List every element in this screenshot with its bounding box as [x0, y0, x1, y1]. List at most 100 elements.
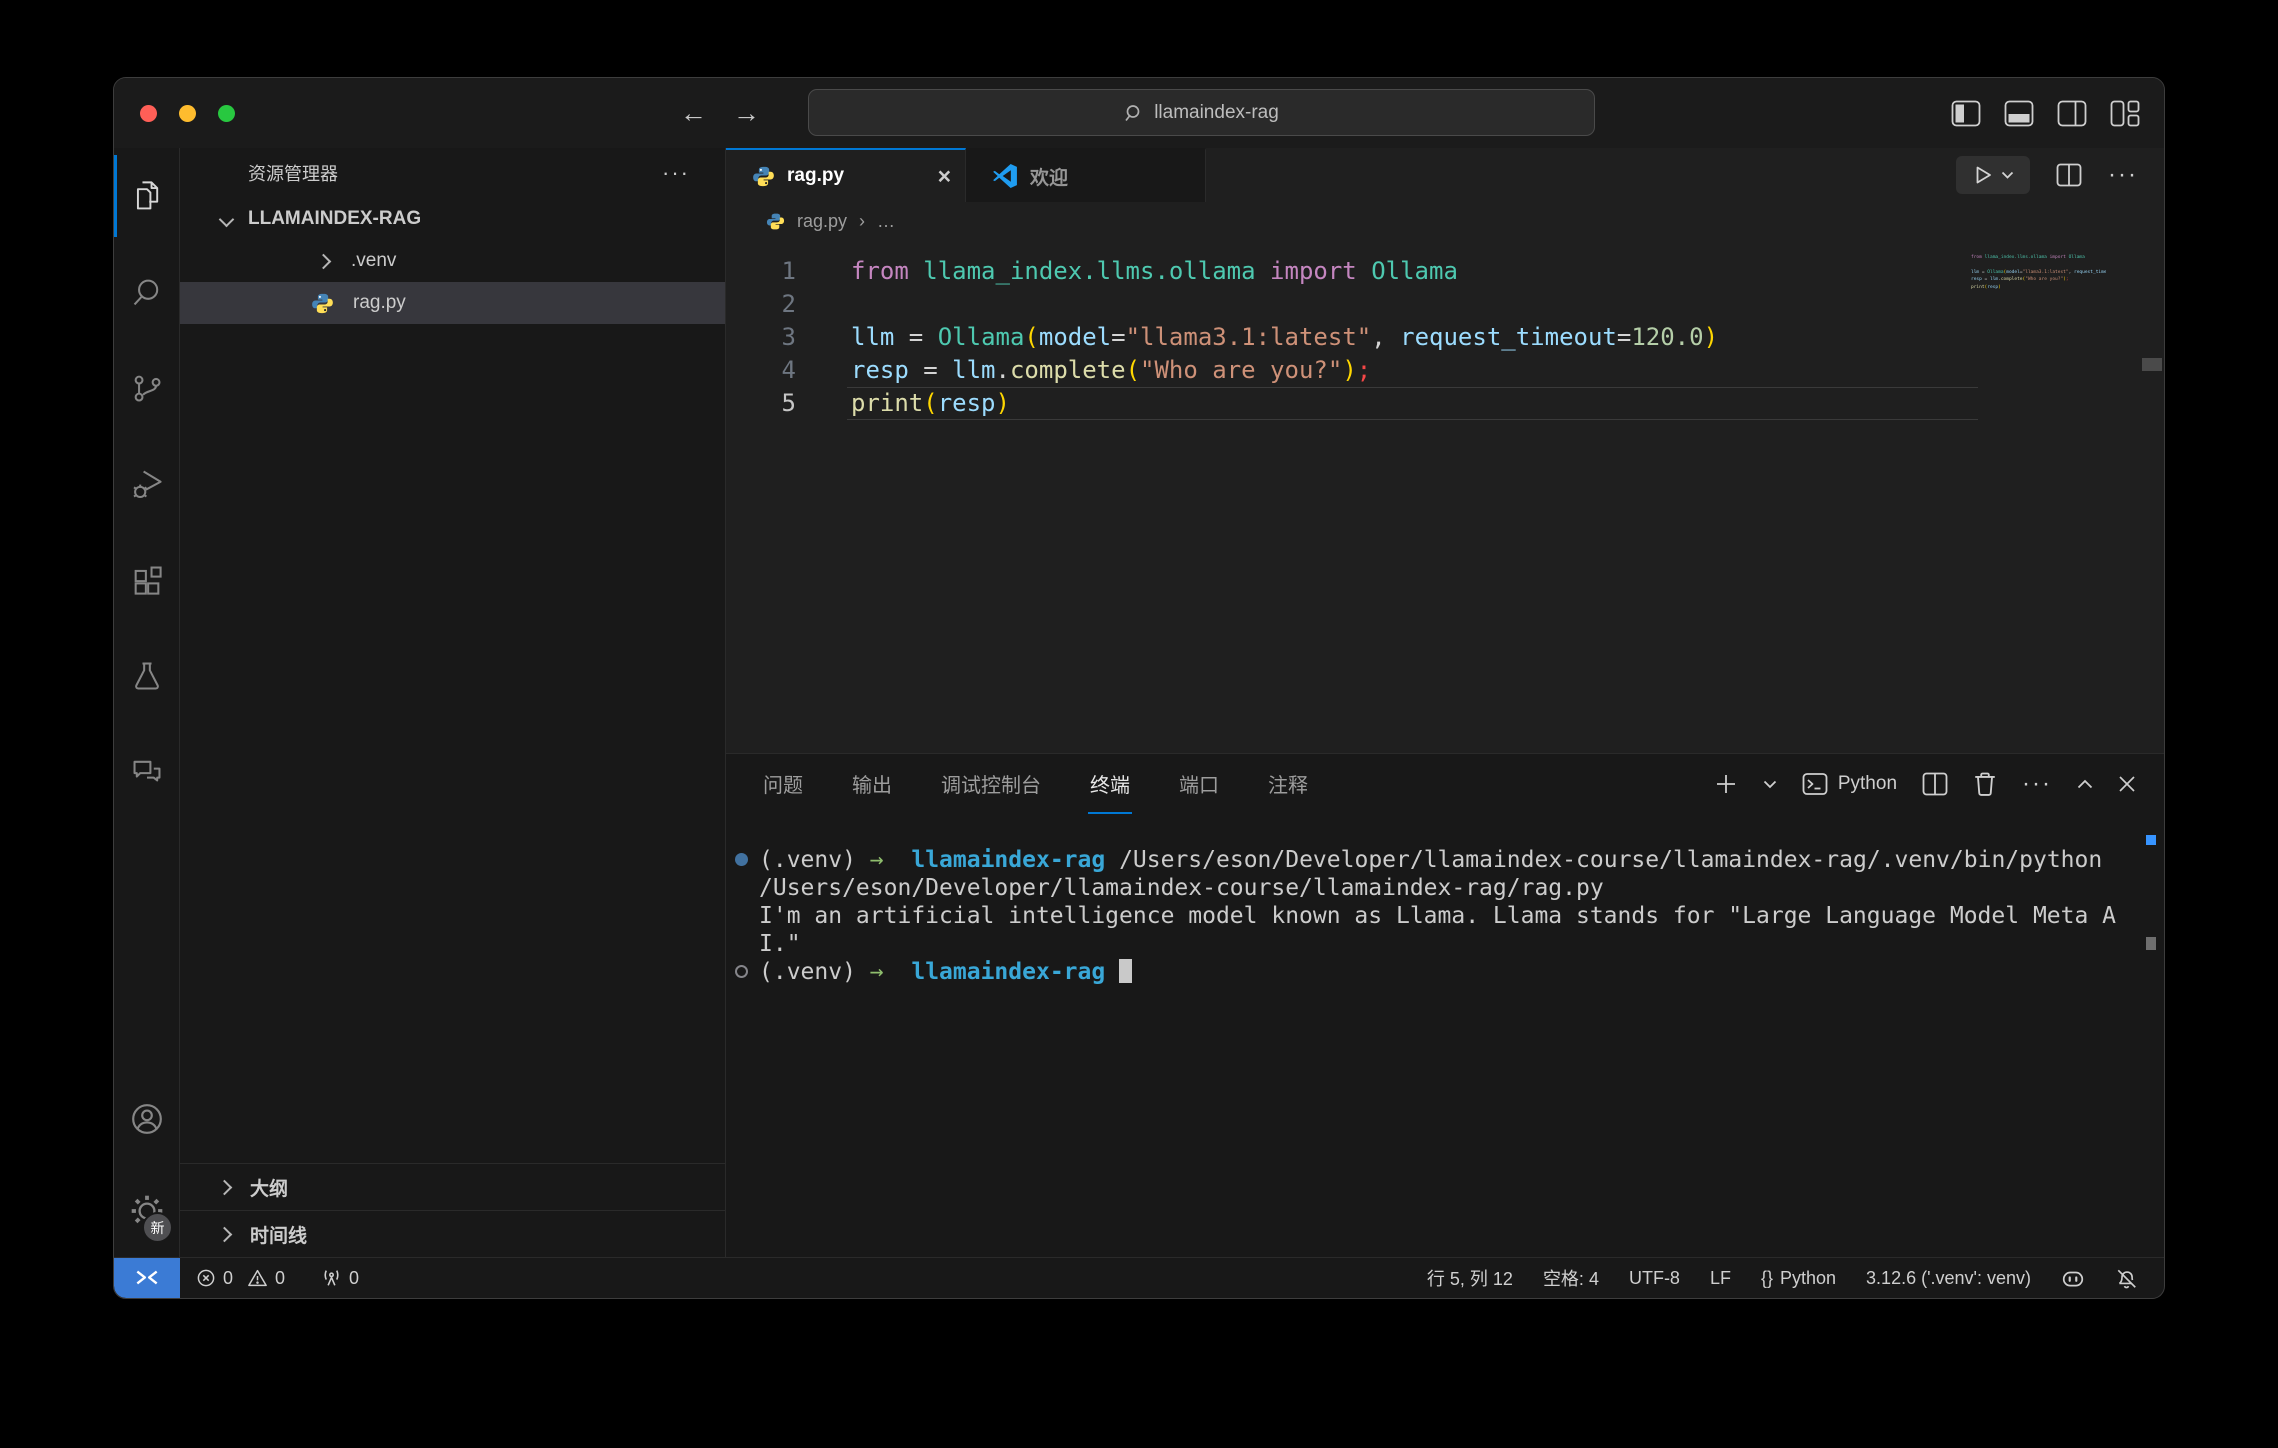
warnings-status[interactable]: 0 — [247, 1268, 285, 1289]
terminal-scroll-mark-command — [2146, 835, 2156, 845]
sidebar-more-actions[interactable]: ··· — [662, 160, 690, 186]
close-tab-icon[interactable]: × — [938, 163, 951, 190]
terminal-line[interactable]: (.venv) → llamaindex-rag — [759, 958, 2124, 986]
terminal-scrollbar[interactable] — [2146, 937, 2156, 950]
terminal-lines: (.venv) → llamaindex-rag /Users/eson/Dev… — [759, 846, 2124, 986]
history-back-button[interactable]: ← — [680, 98, 707, 129]
toggle-primary-sidebar-icon[interactable] — [1951, 100, 1981, 127]
search-icon — [1124, 103, 1144, 123]
minimize-window-button[interactable] — [179, 105, 196, 122]
activity-extensions[interactable] — [114, 532, 179, 628]
terminal-instance[interactable]: Python — [1802, 772, 1897, 796]
title-bar: ← → llamaindex-rag — [114, 78, 2164, 148]
notifications-muted-icon[interactable] — [2115, 1267, 2138, 1290]
history-forward-button[interactable]: → — [733, 98, 760, 129]
new-terminal-icon[interactable] — [1714, 772, 1738, 796]
language-status[interactable]: {} Python — [1761, 1268, 1836, 1289]
project-label: LLAMAINDEX-RAG — [248, 208, 421, 230]
command-decoration-icon[interactable] — [735, 965, 748, 978]
status-bar: 0 0 0 行 5, 列 12 空格: 4 UTF-8 LF — [114, 1257, 2164, 1298]
editor-line: 1from llama_index.llms.ollama import Oll… — [1971, 254, 2106, 261]
panel-tab-端口[interactable]: 端口 — [1177, 754, 1221, 814]
sidebar-title: 资源管理器 — [248, 160, 338, 186]
panel-tab-问题[interactable]: 问题 — [761, 754, 805, 814]
editor-lines: 1from llama_index.llms.ollama import Oll… — [726, 255, 2164, 420]
comments-icon — [130, 755, 164, 789]
terminal-launch-chevron-icon[interactable] — [1763, 780, 1777, 789]
editor-line[interactable]: 1from llama_index.llms.ollama import Oll… — [726, 255, 2164, 288]
activity-settings[interactable]: 新 — [114, 1165, 179, 1257]
ports-status[interactable]: 0 — [321, 1268, 359, 1289]
activity-source-control[interactable] — [114, 340, 179, 436]
python-icon — [766, 212, 785, 231]
encoding-status[interactable]: UTF-8 — [1629, 1268, 1680, 1289]
editor-scrollbar[interactable] — [2142, 358, 2162, 371]
breadcrumb[interactable]: rag.py › … — [726, 202, 2164, 240]
chevron-right-icon — [316, 253, 332, 269]
breadcrumb-symbol[interactable]: … — [877, 211, 895, 232]
terminal-line[interactable]: /Users/eson/Developer/llamaindex-course/… — [759, 874, 2124, 902]
extensions-icon — [130, 563, 164, 597]
editor-line[interactable]: 3llm = Ollama(model="llama3.1:latest", r… — [726, 321, 2164, 354]
editor-line[interactable]: 5print(resp) — [726, 387, 2164, 420]
copilot-icon[interactable] — [2061, 1266, 2085, 1290]
account-icon — [129, 1101, 165, 1137]
activity-account[interactable] — [114, 1073, 179, 1165]
beaker-icon — [130, 659, 164, 693]
editor-line[interactable]: 4resp = llm.complete("Who are you?"); — [726, 354, 2164, 387]
chevron-right-icon — [217, 1179, 233, 1195]
cursor-position-status[interactable]: 行 5, 列 12 — [1427, 1265, 1513, 1291]
activity-search[interactable] — [114, 244, 179, 340]
split-terminal-icon[interactable] — [1922, 772, 1948, 796]
eol-status[interactable]: LF — [1710, 1268, 1731, 1289]
toggle-panel-icon[interactable] — [2004, 100, 2034, 127]
tree-item-ragpy[interactable]: rag.py — [180, 282, 725, 324]
more-actions-icon[interactable]: ··· — [2108, 161, 2138, 189]
maximize-panel-icon[interactable] — [2077, 779, 2093, 789]
indentation-status[interactable]: 空格: 4 — [1543, 1265, 1599, 1291]
zoom-window-button[interactable] — [218, 105, 235, 122]
terminal[interactable]: (.venv) → llamaindex-rag /Users/eson/Dev… — [726, 814, 2164, 1257]
activity-chat[interactable] — [114, 724, 179, 820]
panel-tab-终端[interactable]: 终端 — [1088, 754, 1132, 814]
braces-icon: {} — [1761, 1268, 1773, 1289]
terminal-line[interactable]: I." — [759, 930, 2124, 958]
editor-line[interactable]: 2 — [726, 288, 2164, 321]
tree-item-venv[interactable]: .venv — [180, 240, 725, 282]
panel-tab-注释[interactable]: 注释 — [1266, 754, 1310, 814]
kill-terminal-icon[interactable] — [1973, 771, 1997, 797]
tree-item-project[interactable]: LLAMAINDEX-RAG — [180, 198, 725, 240]
tab-welcome[interactable]: 欢迎 — [966, 148, 1206, 202]
panel-tab-输出[interactable]: 输出 — [850, 754, 894, 814]
outline-section[interactable]: 大纲 — [180, 1163, 725, 1210]
terminal-line[interactable]: I'm an artificial intelligence model kno… — [759, 902, 2124, 930]
terminal-line[interactable]: (.venv) → llamaindex-rag /Users/eson/Dev… — [759, 846, 2124, 874]
split-editor-icon[interactable] — [2056, 163, 2082, 187]
activity-testing[interactable] — [114, 628, 179, 724]
customize-layout-icon[interactable] — [2110, 100, 2140, 127]
command-center-search[interactable]: llamaindex-rag — [808, 89, 1595, 136]
toggle-secondary-sidebar-icon[interactable] — [2057, 100, 2087, 127]
interpreter-status[interactable]: 3.12.6 ('.venv': venv) — [1866, 1268, 2031, 1289]
panel-tab-调试控制台[interactable]: 调试控制台 — [939, 754, 1043, 814]
radio-tower-icon — [321, 1268, 342, 1289]
errors-status[interactable]: 0 — [196, 1268, 233, 1289]
breadcrumb-file[interactable]: rag.py — [797, 211, 847, 232]
close-panel-icon[interactable] — [2118, 775, 2136, 793]
source-control-icon — [130, 371, 164, 405]
code-editor[interactable]: 1from llama_index.llms.ollama import Oll… — [726, 240, 2164, 753]
command-decoration-icon[interactable] — [735, 853, 748, 866]
remote-icon — [133, 1267, 161, 1289]
tab-ragpy[interactable]: rag.py × — [726, 148, 966, 202]
activity-explorer[interactable] — [114, 148, 179, 244]
panel-more-actions-icon[interactable]: ··· — [2022, 770, 2052, 798]
play-icon — [1973, 165, 1993, 185]
python-icon — [752, 165, 775, 188]
line-number: 1 — [726, 255, 796, 288]
close-window-button[interactable] — [140, 105, 157, 122]
run-python-file-button[interactable] — [1956, 156, 2030, 194]
activity-run-debug[interactable] — [114, 436, 179, 532]
minimap[interactable]: 1from llama_index.llms.ollama import Oll… — [1971, 254, 2106, 291]
timeline-section[interactable]: 时间线 — [180, 1210, 725, 1257]
remote-indicator[interactable] — [114, 1258, 180, 1298]
